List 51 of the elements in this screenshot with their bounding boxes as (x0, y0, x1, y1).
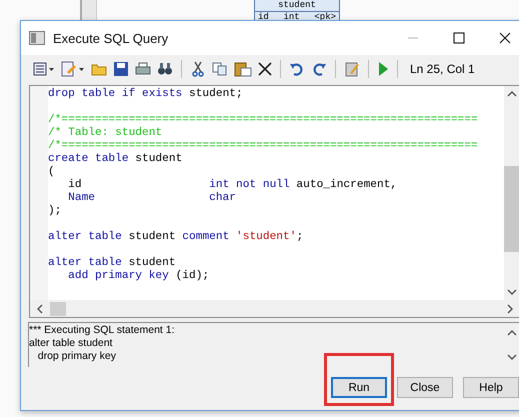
scissors-icon[interactable] (190, 61, 206, 77)
code-line: create table student (48, 153, 182, 165)
save-icon[interactable] (113, 61, 129, 77)
list-icon[interactable] (33, 61, 55, 77)
maximize-icon[interactable] (453, 32, 465, 44)
entity-field: id (258, 12, 269, 23)
print-icon[interactable] (135, 61, 151, 77)
scroll-thumb[interactable] (50, 302, 66, 316)
window-icon (29, 31, 45, 45)
code-line: alter table student (48, 257, 176, 269)
entity-title: student (255, 0, 339, 12)
code-line: id int not null auto_increment, (67, 179, 398, 191)
code-line: drop table if exists student; (48, 88, 243, 100)
scroll-up-icon[interactable] (507, 90, 517, 98)
code-line: ( (48, 166, 55, 178)
window-title: Execute SQL Query (53, 30, 168, 46)
scroll-thumb[interactable] (504, 166, 519, 252)
horizontal-scrollbar[interactable] (30, 300, 519, 317)
scroll-right-icon[interactable] (506, 304, 514, 314)
dialog-button[interactable]: Run (331, 377, 387, 398)
run-icon[interactable] (377, 61, 389, 77)
entity-field: int (284, 12, 300, 23)
entity-field: <pk> (314, 12, 336, 23)
scroll-left-icon[interactable] (36, 304, 44, 314)
code-line: Name char (67, 192, 236, 204)
copy-icon[interactable] (212, 61, 228, 77)
redo-icon[interactable] (311, 61, 327, 77)
output-line: *** Executing SQL statement 1: (29, 324, 176, 337)
code-line: /*============================================================== (48, 114, 478, 126)
close-icon[interactable] (499, 32, 511, 44)
scroll-up-icon[interactable] (507, 329, 517, 337)
sql-editor[interactable] (29, 85, 519, 318)
code-line: /*============================================================== (48, 140, 478, 152)
delete-icon[interactable] (258, 62, 272, 76)
binoculars-icon[interactable] (157, 61, 173, 77)
code-line: alter table student comment 'student'; (48, 231, 304, 243)
code-line: ); (48, 205, 62, 217)
output-line: drop primary key (36, 350, 117, 363)
script-icon[interactable] (344, 61, 360, 77)
document-edit-icon[interactable] (61, 61, 85, 77)
scroll-down-icon[interactable] (507, 288, 517, 296)
dialog-button[interactable]: Close (397, 377, 453, 398)
code-line: add primary key (id); (67, 270, 210, 282)
code-line: /* Table: student (48, 127, 162, 139)
dialog-button[interactable]: Help (463, 377, 519, 398)
vertical-scrollbar[interactable] (504, 86, 519, 300)
undo-icon[interactable] (289, 61, 305, 77)
cursor-position: Ln 25, Col 1 (410, 62, 475, 76)
scroll-down-icon[interactable] (507, 353, 517, 361)
output-line: alter table student (29, 337, 114, 350)
paste-icon[interactable] (234, 61, 252, 77)
